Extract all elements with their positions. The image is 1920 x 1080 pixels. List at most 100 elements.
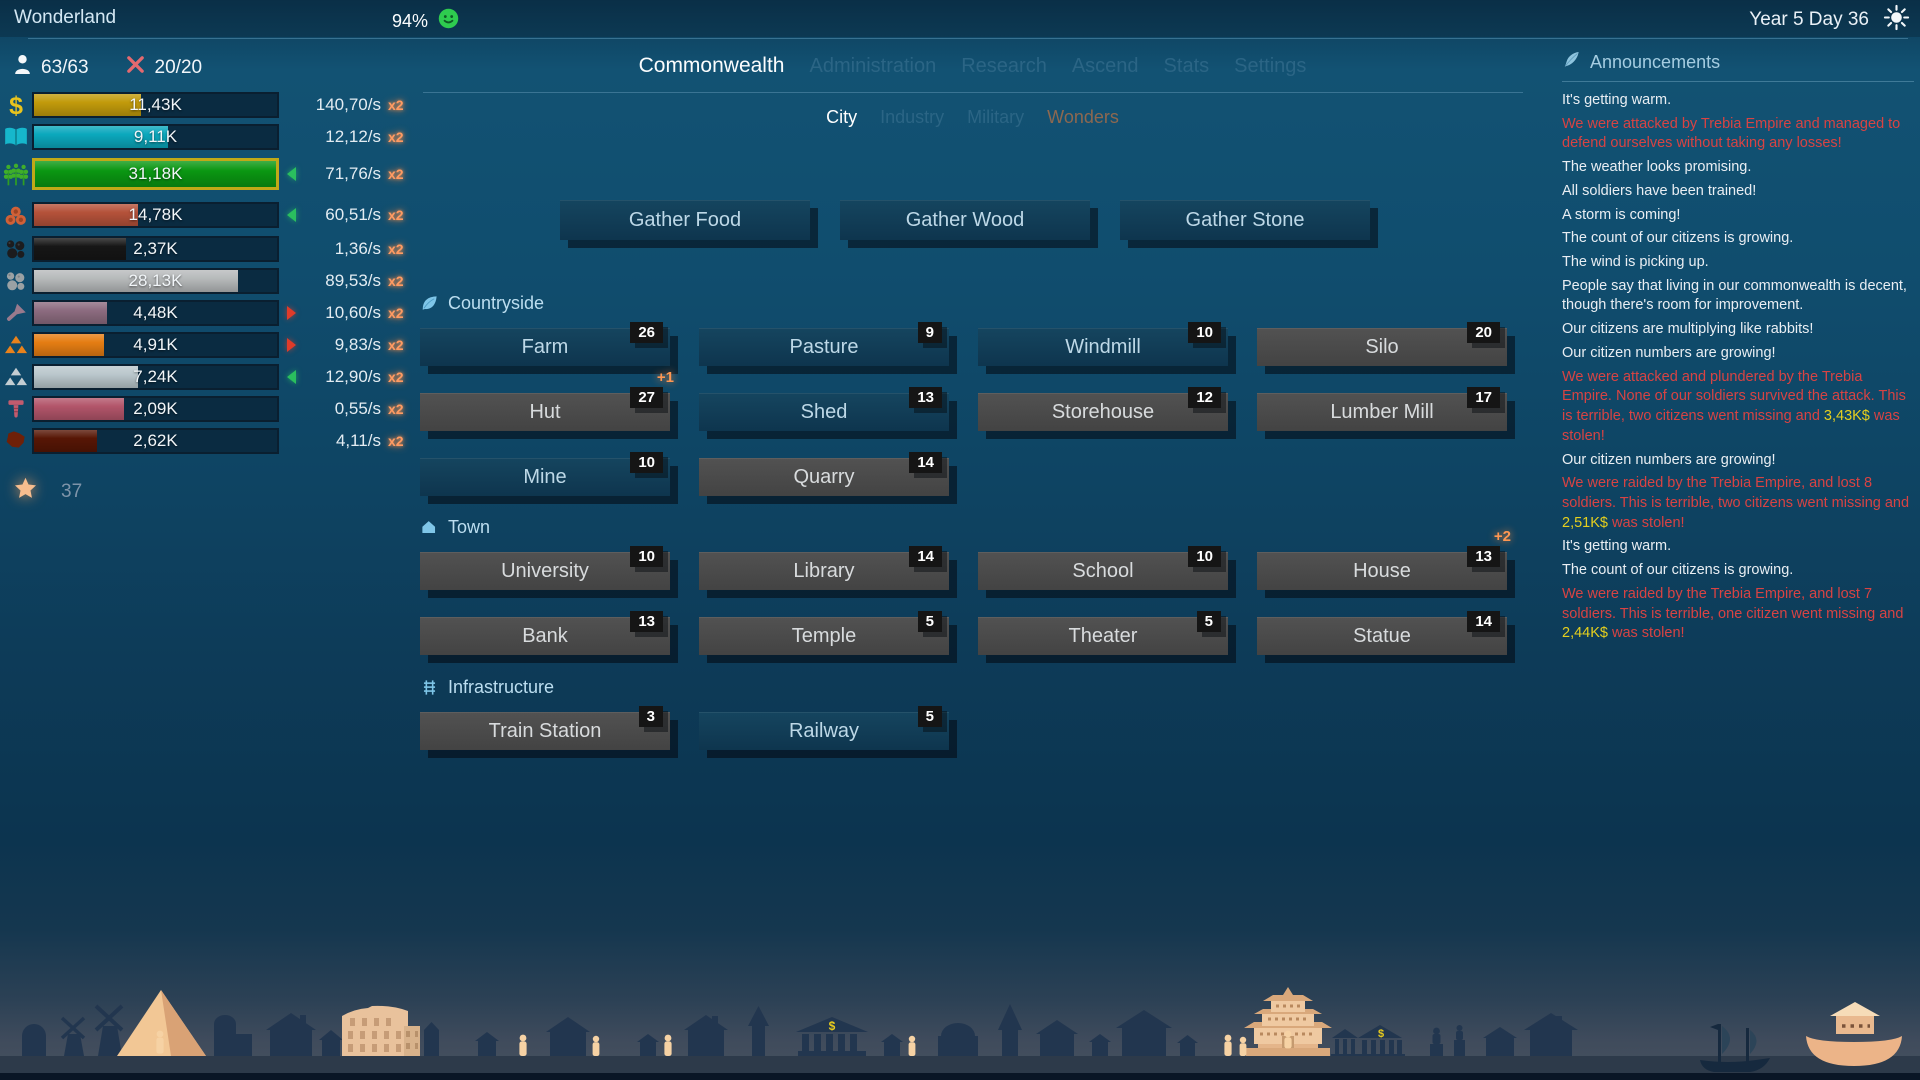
resource-bar-screws[interactable]: 2,09K xyxy=(32,396,279,422)
queued-indicator: +2 xyxy=(1494,528,1511,545)
count-badge: 20 xyxy=(1467,322,1500,343)
resource-row-copper: 4,91K9,83/sx2 xyxy=(0,332,420,358)
building-label: Library xyxy=(793,560,854,583)
game-date: Year 5 Day 36 xyxy=(1749,9,1869,31)
resource-rate: 0,55/s xyxy=(295,396,381,422)
building-temple-button[interactable]: Temple5 xyxy=(699,617,949,655)
building-label: Pasture xyxy=(790,336,859,359)
tab-administration[interactable]: Administration xyxy=(810,55,937,78)
section-header-infrastructure: Infrastructure xyxy=(420,676,1510,698)
resource-bar-knowledge[interactable]: 9,11K xyxy=(32,124,279,150)
building-statue-button[interactable]: Statue14 xyxy=(1257,617,1507,655)
building-house-button[interactable]: House13+2 xyxy=(1257,552,1507,590)
resource-bar-wood[interactable]: 14,78K xyxy=(32,202,279,228)
building-school-button[interactable]: School10 xyxy=(978,552,1228,590)
resource-row-leather: 2,62K4,11/sx2 xyxy=(0,428,420,454)
wood-icon xyxy=(2,202,29,229)
building-label: Temple xyxy=(792,625,856,648)
announcement: All soldiers have been trained! xyxy=(1562,182,1914,202)
tab-research[interactable]: Research xyxy=(961,55,1047,78)
building-farm-button[interactable]: Farm26 xyxy=(420,328,670,366)
date-cluster: Year 5 Day 36 xyxy=(1749,4,1910,36)
multiplier-badge: x2 xyxy=(388,129,404,145)
count-badge: 10 xyxy=(630,452,663,473)
resource-value: 14,78K xyxy=(34,204,277,226)
svg-text:$: $ xyxy=(9,92,23,118)
building-pasture-button[interactable]: Pasture9 xyxy=(699,328,949,366)
building-label: Bank xyxy=(522,625,568,648)
resource-bar-coal[interactable]: 2,37K xyxy=(32,236,279,262)
building-train-station-button[interactable]: Train Station3 xyxy=(420,712,670,750)
tab-stats[interactable]: Stats xyxy=(1164,55,1210,78)
resource-value: 4,48K xyxy=(34,302,277,324)
announcements-title: Announcements xyxy=(1590,52,1720,73)
multiplier-badge: x2 xyxy=(388,305,404,321)
resource-value: 28,13K xyxy=(34,270,277,292)
building-label: Shed xyxy=(801,401,848,424)
building-mine-button[interactable]: Mine10 xyxy=(420,458,670,496)
subtab-wonders[interactable]: Wonders xyxy=(1047,107,1119,128)
building-label: Statue xyxy=(1353,625,1411,648)
building-university-button[interactable]: University10 xyxy=(420,552,670,590)
building-hut-button[interactable]: Hut27+1 xyxy=(420,393,670,431)
ship xyxy=(1700,1024,1770,1072)
announcement: It's getting warm. xyxy=(1562,91,1914,111)
announcement: Our citizen numbers are growing! xyxy=(1562,451,1914,471)
prestige-row: 37 xyxy=(13,476,82,507)
happiness-indicator: 94% xyxy=(392,7,460,35)
multiplier-badge: x2 xyxy=(388,433,404,449)
resource-bar-money[interactable]: 11,43K xyxy=(32,92,279,118)
temple-building xyxy=(1331,1029,1359,1056)
resource-rate: 12,90/s xyxy=(295,364,381,390)
subtab-industry[interactable]: Industry xyxy=(880,107,944,128)
building-lumber-mill-button[interactable]: Lumber Mill17 xyxy=(1257,393,1507,431)
tab-settings[interactable]: Settings xyxy=(1234,55,1306,78)
tab-ascend[interactable]: Ascend xyxy=(1072,55,1139,78)
subtab-military[interactable]: Military xyxy=(967,107,1024,128)
building-label: Quarry xyxy=(793,466,854,489)
resource-bar-tools[interactable]: 4,48K xyxy=(32,300,279,326)
citizens-icon xyxy=(13,54,32,81)
subtab-city[interactable]: City xyxy=(826,107,857,128)
building-silo-button[interactable]: Silo20 xyxy=(1257,328,1507,366)
count-badge: 13 xyxy=(1467,546,1500,567)
announcements-header: Announcements xyxy=(1562,50,1914,74)
building-railway-button[interactable]: Railway5 xyxy=(699,712,949,750)
house-icon xyxy=(420,518,439,537)
resource-row-tools: 4,48K10,60/sx2 xyxy=(0,300,420,326)
building-quarry-button[interactable]: Quarry14 xyxy=(699,458,949,496)
building-theater-button[interactable]: Theater5 xyxy=(978,617,1228,655)
gather-wood-button[interactable]: Gather Wood xyxy=(840,200,1090,240)
multiplier-badge: x2 xyxy=(388,401,404,417)
building-label: Hut xyxy=(529,401,560,424)
building-label: School xyxy=(1072,560,1133,583)
building-label: Train Station xyxy=(489,720,602,743)
colosseum xyxy=(342,1006,420,1056)
silo-building xyxy=(214,1015,236,1056)
building-library-button[interactable]: Library14 xyxy=(699,552,949,590)
tab-commonwealth[interactable]: Commonwealth xyxy=(639,54,785,78)
round-tower xyxy=(22,1024,46,1056)
gather-food-button[interactable]: Gather Food xyxy=(560,200,810,240)
gather-stone-button[interactable]: Gather Stone xyxy=(1120,200,1370,240)
resource-rate: 9,83/s xyxy=(295,332,381,358)
resource-value: 11,43K xyxy=(34,94,277,116)
building-windmill-button[interactable]: Windmill10 xyxy=(978,328,1228,366)
announcement: It's getting warm. xyxy=(1562,537,1914,557)
building-label: Railway xyxy=(789,720,859,743)
happiness-value: 94% xyxy=(392,11,428,32)
resource-bar-copper[interactable]: 4,91K xyxy=(32,332,279,358)
announcement-list: It's getting warm.We were attacked by Tr… xyxy=(1562,91,1914,644)
resource-bar-food[interactable]: 31,18K xyxy=(32,158,279,190)
resource-bar-leather[interactable]: 2,62K xyxy=(32,428,279,454)
resource-bar-stone[interactable]: 28,13K xyxy=(32,268,279,294)
resource-rate: 1,36/s xyxy=(295,236,381,262)
building-shed-button[interactable]: Shed13 xyxy=(699,393,949,431)
resource-row-coal: 2,37K1,36/sx2 xyxy=(0,236,420,262)
building-bank-button[interactable]: Bank13 xyxy=(420,617,670,655)
queued-indicator: +1 xyxy=(657,369,674,386)
count-badge: 12 xyxy=(1188,387,1221,408)
building-storehouse-button[interactable]: Storehouse12 xyxy=(978,393,1228,431)
resource-bar-iron[interactable]: 7,24K xyxy=(32,364,279,390)
announcement: The wind is picking up. xyxy=(1562,253,1914,273)
